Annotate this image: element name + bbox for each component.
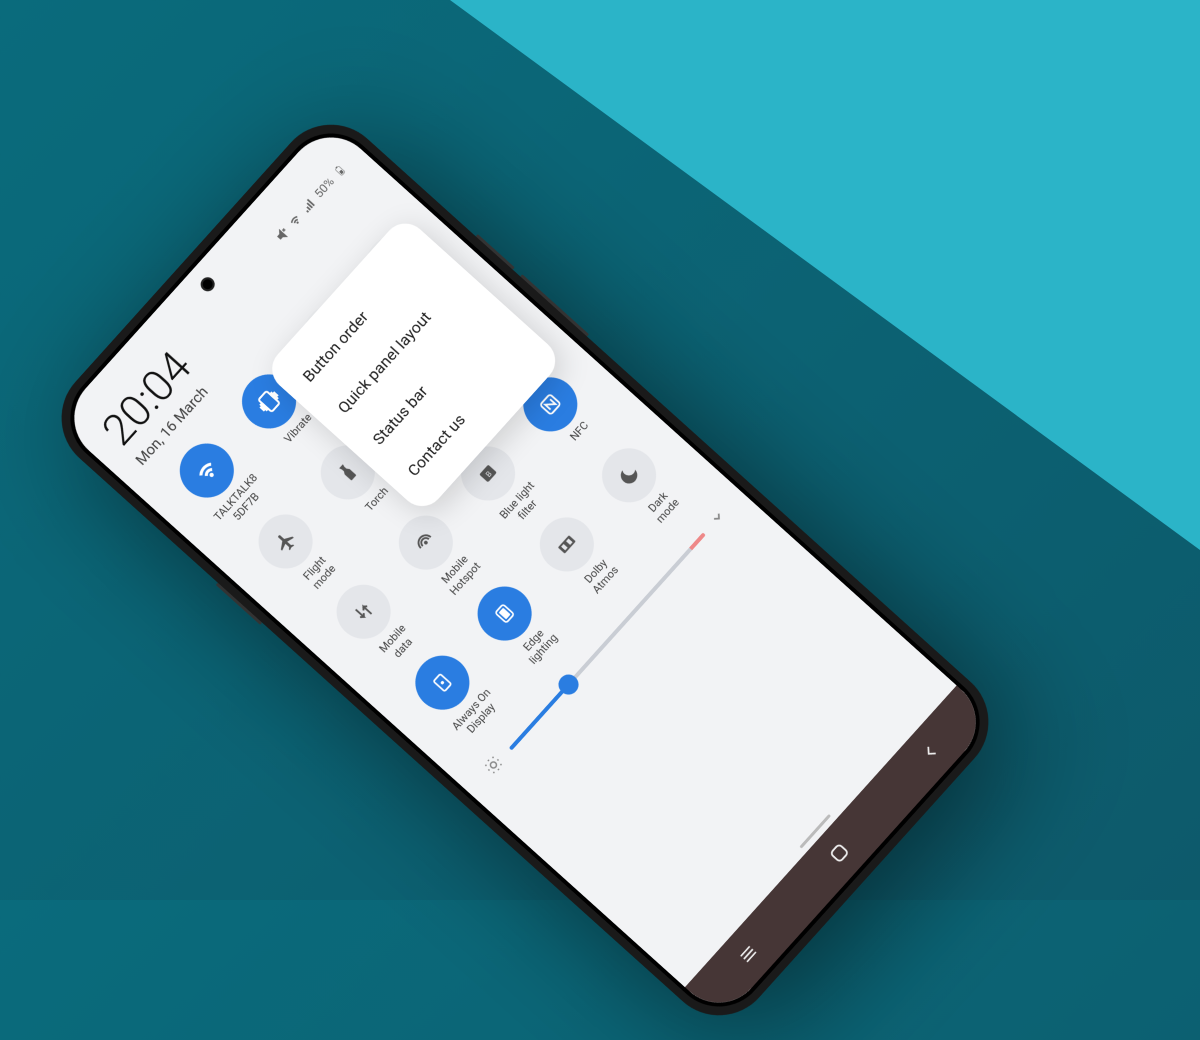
nfc-label: NFC xyxy=(567,419,600,452)
torch-label: Torch xyxy=(362,484,400,522)
status-indicators: 50% xyxy=(271,161,349,245)
phone-screen: 20:04 Mon, 16 March xyxy=(56,119,994,1020)
mute-icon xyxy=(271,225,291,245)
expand-slider-icon[interactable] xyxy=(707,507,730,530)
nav-back-icon[interactable] xyxy=(916,738,944,766)
brightness-icon xyxy=(481,752,509,780)
dark-label: Darkmode xyxy=(644,487,683,526)
flight-label: Flightmode xyxy=(300,553,339,592)
slider-thumb[interactable] xyxy=(554,670,582,698)
phone-mockup: 20:04 Mon, 16 March xyxy=(39,102,1010,1037)
nav-recents-icon[interactable] xyxy=(734,940,762,968)
signal-icon xyxy=(298,196,318,216)
navigation-bar xyxy=(685,685,994,1020)
battery-text: 50% xyxy=(312,175,337,201)
battery-icon xyxy=(331,161,349,179)
wifi-icon xyxy=(285,211,305,231)
nav-home-icon[interactable] xyxy=(824,838,855,869)
